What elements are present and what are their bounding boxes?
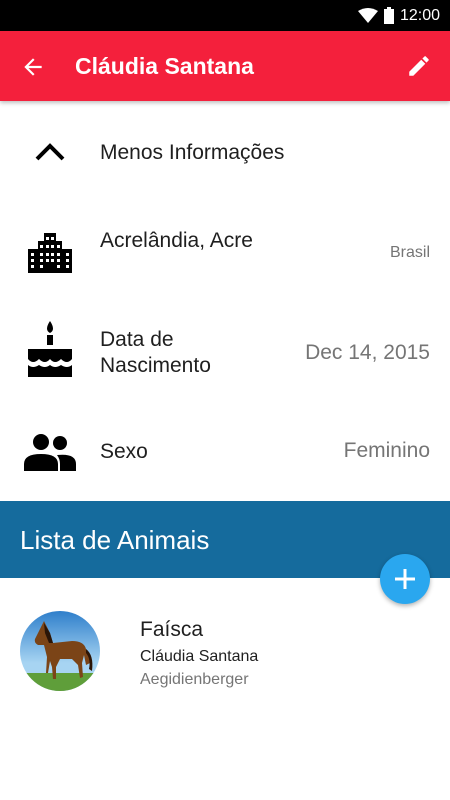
list-item[interactable]: Faísca Cláudia Santana Aegidienberger (0, 600, 450, 700)
add-animal-button[interactable] (380, 554, 430, 604)
cake-icon (28, 321, 72, 377)
birth-date-value: Dec 14, 2015 (305, 341, 430, 364)
page-title: Cláudia Santana (75, 53, 254, 79)
status-bar: 12:00 (0, 0, 450, 31)
gender-label: Sexo (100, 440, 148, 463)
animals-section-title: Lista de Animais (20, 525, 210, 555)
animal-breed: Aegidienberger (140, 671, 249, 688)
battery-icon (383, 7, 394, 24)
status-time: 12:00 (399, 6, 440, 24)
location-label: Acrelândia, Acre (100, 229, 253, 252)
status-icons: 12:00 (357, 0, 440, 31)
birth-label-line1: Data de (100, 328, 174, 351)
birth-label-line2: Nascimento (100, 354, 211, 377)
birth-label: Data de Nascimento (100, 327, 211, 379)
city-icon (28, 233, 72, 273)
less-info-toggle[interactable]: Menos Informações (0, 120, 450, 185)
birth-date-row: Data de Nascimento Dec 14, 2015 (0, 315, 450, 390)
edit-button[interactable] (406, 53, 432, 79)
wifi-icon (357, 7, 378, 23)
people-icon (24, 434, 76, 471)
chevron-up-icon (35, 143, 65, 161)
plus-icon (395, 569, 415, 589)
arrow-left-icon (24, 58, 42, 76)
animal-owner: Cláudia Santana (140, 648, 259, 665)
gender-value: Feminino (343, 439, 430, 462)
animal-name: Faísca (140, 618, 204, 641)
gender-row: Sexo Feminino (0, 425, 450, 480)
app-bar: Cláudia Santana (0, 31, 450, 101)
country-value: Brasil (389, 244, 430, 261)
horse-photo (20, 611, 100, 691)
location-row: Acrelândia, Acre Brasil (0, 215, 450, 285)
less-info-label: Menos Informações (100, 141, 285, 164)
avatar (20, 611, 100, 691)
pencil-icon (409, 56, 429, 76)
back-button[interactable] (20, 54, 46, 80)
